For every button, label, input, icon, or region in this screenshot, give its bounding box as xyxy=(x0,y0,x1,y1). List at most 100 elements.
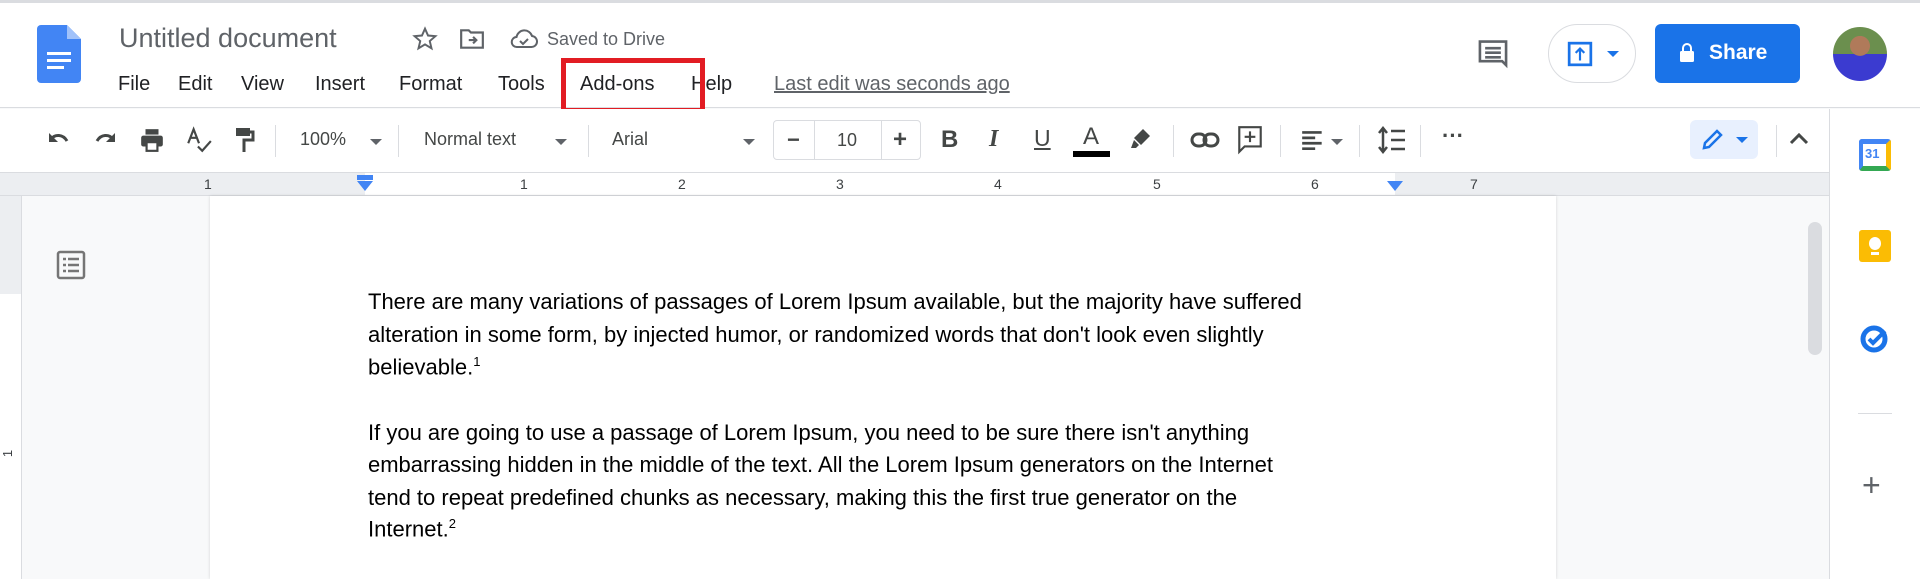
add-comment-icon[interactable] xyxy=(1237,125,1263,155)
divider xyxy=(1280,125,1281,157)
paragraph-line: Internet.2 xyxy=(368,516,456,542)
chevron-down-icon xyxy=(1607,51,1619,57)
bulb-base xyxy=(1871,252,1879,255)
keep-icon[interactable] xyxy=(1859,230,1891,262)
chevron-down-icon[interactable] xyxy=(555,139,567,145)
ruler-label: 1 xyxy=(0,449,16,458)
divider xyxy=(881,121,882,159)
footnote-marker[interactable]: 2 xyxy=(449,516,456,531)
text-color-label: A xyxy=(1083,123,1100,150)
text-color-swatch xyxy=(1073,151,1110,157)
paragraph-style-select[interactable]: Normal text xyxy=(424,129,516,150)
bold-button[interactable]: B xyxy=(941,126,958,154)
chevron-up-icon[interactable] xyxy=(1789,131,1809,145)
first-line-indent-handle[interactable] xyxy=(357,175,373,180)
document-page[interactable]: There are many variations of passages of… xyxy=(210,196,1556,579)
share-button[interactable]: Share xyxy=(1655,24,1800,83)
increase-font-size-button[interactable]: + xyxy=(893,126,907,154)
font-size-stepper: − 10 + xyxy=(773,120,921,160)
font-size-input[interactable]: 10 xyxy=(837,130,857,151)
divider xyxy=(1359,125,1360,157)
ruler-label: 1 xyxy=(204,176,212,192)
divider xyxy=(1776,125,1777,157)
divider xyxy=(398,125,399,157)
text-color-button[interactable]: A xyxy=(1073,123,1111,159)
horizontal-ruler[interactable]: 1 1 2 3 4 5 6 7 xyxy=(0,173,1829,196)
document-title[interactable]: Untitled document xyxy=(119,23,337,54)
line-spacing-icon[interactable] xyxy=(1377,125,1407,155)
chevron-down-icon[interactable] xyxy=(743,139,755,145)
tasks-icon[interactable] xyxy=(1859,322,1891,354)
share-label: Share xyxy=(1709,41,1768,64)
divider xyxy=(588,125,589,157)
menu-view[interactable]: View xyxy=(241,73,284,96)
present-button[interactable] xyxy=(1548,24,1636,83)
paragraph-line: embarrassing hidden in the middle of the… xyxy=(368,452,1273,477)
vertical-scrollbar[interactable] xyxy=(1808,222,1822,355)
italic-button[interactable]: I xyxy=(989,126,998,153)
ruler-label: 2 xyxy=(678,176,686,192)
move-folder-icon[interactable] xyxy=(459,27,485,51)
last-edit-link[interactable]: Last edit was seconds ago xyxy=(774,73,1010,96)
docs-logo-icon[interactable] xyxy=(37,25,81,83)
zoom-select[interactable]: 100% xyxy=(300,129,346,150)
chevron-down-icon[interactable] xyxy=(370,139,382,145)
side-panel: 31 + xyxy=(1829,109,1920,579)
menu-file[interactable]: File xyxy=(118,73,150,96)
font-select[interactable]: Arial xyxy=(612,129,648,150)
present-icon xyxy=(1567,41,1593,67)
undo-icon[interactable] xyxy=(47,129,71,151)
divider xyxy=(1173,125,1174,157)
vertical-ruler[interactable]: 1 xyxy=(0,196,22,579)
divider xyxy=(1420,125,1421,157)
lock-icon xyxy=(1680,43,1694,62)
cloud-saved-icon[interactable] xyxy=(510,28,538,50)
spellcheck-icon[interactable] xyxy=(186,126,212,154)
highlighter-icon[interactable] xyxy=(1128,127,1152,151)
paragraph-text: believable. xyxy=(368,354,474,380)
paragraph-line: tend to repeat predefined chunks as nece… xyxy=(368,485,1238,510)
ruler-label: 3 xyxy=(836,176,844,192)
divider xyxy=(814,121,815,159)
ruler-margin xyxy=(0,196,21,294)
underline-button[interactable]: U xyxy=(1034,125,1051,152)
avatar[interactable] xyxy=(1833,27,1887,81)
menu-insert[interactable]: Insert xyxy=(315,73,365,96)
ruler-label: 6 xyxy=(1311,176,1319,192)
divider xyxy=(1858,413,1892,414)
paragraph-line: believable.1 xyxy=(368,354,480,380)
paragraph-text: Internet. xyxy=(368,516,449,542)
more-options-button[interactable]: ··· xyxy=(1442,123,1464,149)
decrease-font-size-button[interactable]: − xyxy=(787,127,800,153)
ruler-label: 4 xyxy=(994,176,1002,192)
paint-format-icon[interactable] xyxy=(234,126,256,154)
chevron-down-icon[interactable] xyxy=(1331,139,1343,145)
ruler-label: 5 xyxy=(1153,176,1161,192)
calendar-icon[interactable]: 31 xyxy=(1859,139,1891,171)
paragraph-line: There are many variations of passages of… xyxy=(368,289,1302,314)
menu-format[interactable]: Format xyxy=(399,73,462,96)
add-addon-button[interactable]: + xyxy=(1862,469,1881,501)
left-indent-handle[interactable] xyxy=(357,181,373,191)
document-outline-icon[interactable] xyxy=(56,250,86,280)
menu-tools[interactable]: Tools xyxy=(498,73,545,96)
align-left-icon[interactable] xyxy=(1300,129,1326,151)
editing-mode-button[interactable] xyxy=(1690,120,1758,159)
save-status: Saved to Drive xyxy=(547,29,666,49)
bulb-shape xyxy=(1869,237,1881,250)
header: Untitled document Saved to Drive File Ed… xyxy=(0,3,1920,113)
divider xyxy=(275,125,276,157)
star-icon[interactable] xyxy=(412,26,438,52)
link-icon[interactable] xyxy=(1190,131,1220,149)
ruler-label: 7 xyxy=(1470,176,1478,192)
footnote-marker[interactable]: 1 xyxy=(473,354,480,369)
paragraph-line: alteration in some form, by injected hum… xyxy=(368,322,1264,347)
menu-edit[interactable]: Edit xyxy=(178,73,212,96)
calendar-day: 31 xyxy=(1865,146,1880,161)
comment-history-icon[interactable] xyxy=(1477,39,1509,73)
chevron-down-icon xyxy=(1736,137,1748,143)
redo-icon[interactable] xyxy=(93,129,117,151)
paragraph-line: If you are going to use a passage of Lor… xyxy=(368,420,1250,445)
print-icon[interactable] xyxy=(139,127,165,153)
right-indent-handle[interactable] xyxy=(1387,181,1403,191)
